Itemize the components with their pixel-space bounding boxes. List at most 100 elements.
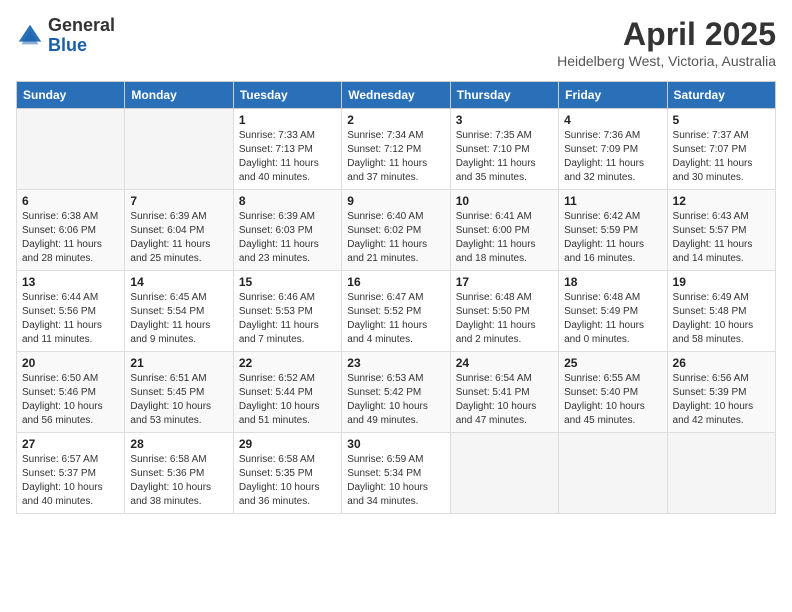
- title-block: April 2025 Heidelberg West, Victoria, Au…: [557, 16, 776, 69]
- day-detail: Sunrise: 6:49 AM Sunset: 5:48 PM Dayligh…: [673, 291, 770, 347]
- calendar-cell: 15Sunrise: 6:46 AM Sunset: 5:53 PM Dayli…: [233, 271, 341, 352]
- calendar-cell: 1 Sunrise: 7:33 AM Sunset: 7:13 PM Daylig…: [233, 109, 341, 190]
- day-number: 28: [130, 437, 227, 451]
- day-detail: Sunrise: 6:54 AM Sunset: 5:41 PM Dayligh…: [456, 372, 553, 428]
- day-header: Saturday: [667, 82, 775, 109]
- day-number: 3: [456, 113, 553, 127]
- calendar-cell: [559, 433, 667, 514]
- day-number: 27: [22, 437, 119, 451]
- day-number: 20: [22, 356, 119, 370]
- logo-text: General Blue: [48, 16, 115, 56]
- day-number: 14: [130, 275, 227, 289]
- day-number: 15: [239, 275, 336, 289]
- day-header: Sunday: [17, 82, 125, 109]
- day-detail: Sunrise: 6:40 AM Sunset: 6:02 PM Dayligh…: [347, 210, 444, 266]
- day-detail: Sunrise: 7:37 AM Sunset: 7:07 PM Dayligh…: [673, 129, 770, 185]
- day-detail: Sunrise: 6:39 AM Sunset: 6:03 PM Dayligh…: [239, 210, 336, 266]
- logo: General Blue: [16, 16, 115, 56]
- calendar-week-row: 13 Sunrise: 6:44 AM Sunset: 5:56 PM Dayli…: [17, 271, 776, 352]
- day-number: 25: [564, 356, 661, 370]
- day-number: 12: [673, 194, 770, 208]
- day-number: 5: [673, 113, 770, 127]
- day-number: 18: [564, 275, 661, 289]
- calendar-cell: 5 Sunrise: 7:37 AM Sunset: 7:07 PM Daylig…: [667, 109, 775, 190]
- calendar-cell: 13 Sunrise: 6:44 AM Sunset: 5:56 PM Dayli…: [17, 271, 125, 352]
- day-number: 23: [347, 356, 444, 370]
- day-detail: Sunrise: 6:55 AM Sunset: 5:40 PM Dayligh…: [564, 372, 661, 428]
- calendar-cell: 12Sunrise: 6:43 AM Sunset: 5:57 PM Dayli…: [667, 190, 775, 271]
- day-number: 16: [347, 275, 444, 289]
- day-number: 29: [239, 437, 336, 451]
- calendar-cell: 25 Sunrise: 6:55 AM Sunset: 5:40 PM Dayli…: [559, 352, 667, 433]
- day-number: 26: [673, 356, 770, 370]
- day-detail: Sunrise: 6:52 AM Sunset: 5:44 PM Dayligh…: [239, 372, 336, 428]
- subtitle: Heidelberg West, Victoria, Australia: [557, 53, 776, 69]
- day-number: 2: [347, 113, 444, 127]
- day-detail: Sunrise: 6:38 AM Sunset: 6:06 PM Dayligh…: [22, 210, 119, 266]
- day-detail: Sunrise: 6:57 AM Sunset: 5:37 PM Dayligh…: [22, 453, 119, 509]
- calendar-cell: 21 Sunrise: 6:51 AM Sunset: 5:45 PM Dayli…: [125, 352, 233, 433]
- calendar-cell: 26 Sunrise: 6:56 AM Sunset: 5:39 PM Dayli…: [667, 352, 775, 433]
- day-detail: Sunrise: 6:39 AM Sunset: 6:04 PM Dayligh…: [130, 210, 227, 266]
- day-number: 30: [347, 437, 444, 451]
- day-number: 21: [130, 356, 227, 370]
- calendar-cell: 4 Sunrise: 7:36 AM Sunset: 7:09 PM Daylig…: [559, 109, 667, 190]
- day-header: Tuesday: [233, 82, 341, 109]
- day-detail: Sunrise: 7:36 AM Sunset: 7:09 PM Dayligh…: [564, 129, 661, 185]
- calendar-cell: 27 Sunrise: 6:57 AM Sunset: 5:37 PM Dayli…: [17, 433, 125, 514]
- calendar-cell: 29 Sunrise: 6:58 AM Sunset: 5:35 PM Dayli…: [233, 433, 341, 514]
- day-number: 4: [564, 113, 661, 127]
- day-detail: Sunrise: 6:51 AM Sunset: 5:45 PM Dayligh…: [130, 372, 227, 428]
- calendar-week-row: 6Sunrise: 6:38 AM Sunset: 6:06 PM Daylig…: [17, 190, 776, 271]
- calendar-week-row: 27 Sunrise: 6:57 AM Sunset: 5:37 PM Dayli…: [17, 433, 776, 514]
- day-header: Friday: [559, 82, 667, 109]
- logo-general: General: [48, 15, 115, 35]
- day-header: Monday: [125, 82, 233, 109]
- day-detail: Sunrise: 6:58 AM Sunset: 5:35 PM Dayligh…: [239, 453, 336, 509]
- calendar-cell: 2 Sunrise: 7:34 AM Sunset: 7:12 PM Daylig…: [342, 109, 450, 190]
- day-number: 8: [239, 194, 336, 208]
- calendar-table: SundayMondayTuesdayWednesdayThursdayFrid…: [16, 81, 776, 514]
- day-detail: Sunrise: 7:34 AM Sunset: 7:12 PM Dayligh…: [347, 129, 444, 185]
- page-header: General Blue April 2025 Heidelberg West,…: [16, 16, 776, 69]
- day-number: 22: [239, 356, 336, 370]
- day-detail: Sunrise: 7:33 AM Sunset: 7:13 PM Dayligh…: [239, 129, 336, 185]
- calendar-cell: [667, 433, 775, 514]
- day-detail: Sunrise: 6:59 AM Sunset: 5:34 PM Dayligh…: [347, 453, 444, 509]
- day-detail: Sunrise: 6:48 AM Sunset: 5:49 PM Dayligh…: [564, 291, 661, 347]
- day-detail: Sunrise: 6:45 AM Sunset: 5:54 PM Dayligh…: [130, 291, 227, 347]
- calendar-cell: [125, 109, 233, 190]
- day-header: Wednesday: [342, 82, 450, 109]
- main-title: April 2025: [557, 16, 776, 53]
- calendar-week-row: 1 Sunrise: 7:33 AM Sunset: 7:13 PM Daylig…: [17, 109, 776, 190]
- calendar-cell: 14 Sunrise: 6:45 AM Sunset: 5:54 PM Dayli…: [125, 271, 233, 352]
- calendar-cell: 28 Sunrise: 6:58 AM Sunset: 5:36 PM Dayli…: [125, 433, 233, 514]
- calendar-cell: 19 Sunrise: 6:49 AM Sunset: 5:48 PM Dayli…: [667, 271, 775, 352]
- day-detail: Sunrise: 6:48 AM Sunset: 5:50 PM Dayligh…: [456, 291, 553, 347]
- day-number: 1: [239, 113, 336, 127]
- day-number: 19: [673, 275, 770, 289]
- calendar-cell: 23 Sunrise: 6:53 AM Sunset: 5:42 PM Dayli…: [342, 352, 450, 433]
- day-detail: Sunrise: 6:58 AM Sunset: 5:36 PM Dayligh…: [130, 453, 227, 509]
- calendar-cell: 20 Sunrise: 6:50 AM Sunset: 5:46 PM Dayli…: [17, 352, 125, 433]
- day-detail: Sunrise: 6:42 AM Sunset: 5:59 PM Dayligh…: [564, 210, 661, 266]
- calendar-cell: 24 Sunrise: 6:54 AM Sunset: 5:41 PM Dayli…: [450, 352, 558, 433]
- calendar-cell: 9Sunrise: 6:40 AM Sunset: 6:02 PM Daylig…: [342, 190, 450, 271]
- calendar-cell: 10 Sunrise: 6:41 AM Sunset: 6:00 PM Dayli…: [450, 190, 558, 271]
- day-number: 13: [22, 275, 119, 289]
- calendar-week-row: 20 Sunrise: 6:50 AM Sunset: 5:46 PM Dayli…: [17, 352, 776, 433]
- calendar-cell: [450, 433, 558, 514]
- calendar-header-row: SundayMondayTuesdayWednesdayThursdayFrid…: [17, 82, 776, 109]
- day-header: Thursday: [450, 82, 558, 109]
- day-detail: Sunrise: 6:56 AM Sunset: 5:39 PM Dayligh…: [673, 372, 770, 428]
- day-detail: Sunrise: 6:50 AM Sunset: 5:46 PM Dayligh…: [22, 372, 119, 428]
- calendar-cell: [17, 109, 125, 190]
- day-detail: Sunrise: 6:44 AM Sunset: 5:56 PM Dayligh…: [22, 291, 119, 347]
- day-detail: Sunrise: 7:35 AM Sunset: 7:10 PM Dayligh…: [456, 129, 553, 185]
- day-number: 10: [456, 194, 553, 208]
- day-detail: Sunrise: 6:41 AM Sunset: 6:00 PM Dayligh…: [456, 210, 553, 266]
- day-detail: Sunrise: 6:53 AM Sunset: 5:42 PM Dayligh…: [347, 372, 444, 428]
- calendar-cell: 8 Sunrise: 6:39 AM Sunset: 6:03 PM Daylig…: [233, 190, 341, 271]
- day-number: 7: [130, 194, 227, 208]
- day-number: 24: [456, 356, 553, 370]
